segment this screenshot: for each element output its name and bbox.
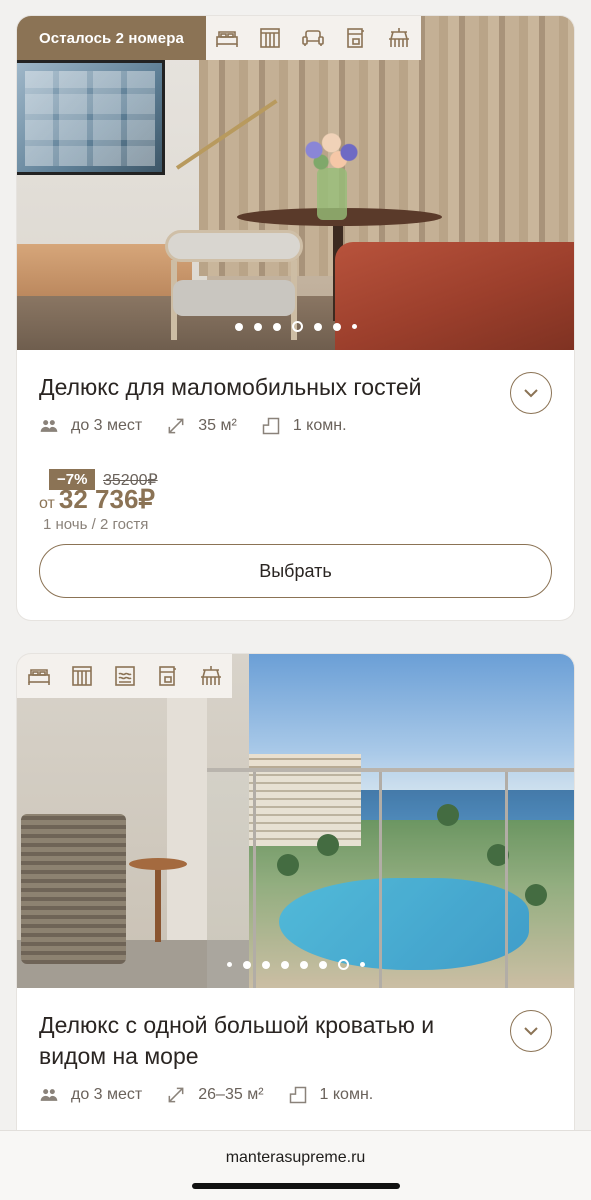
chevron-down-icon (524, 389, 538, 398)
coffee-machine-icon (146, 654, 189, 698)
room-photo-carousel[interactable]: Осталось 2 номера (17, 16, 574, 350)
price-note: 1 ночь / 2 гостя (43, 516, 149, 533)
carousel-dot-active[interactable] (337, 959, 349, 970)
carousel-dot[interactable] (332, 322, 341, 331)
price-value: 32 736₽ (58, 484, 155, 514)
carousel-dot[interactable] (226, 962, 232, 967)
price-prefix: от (39, 495, 55, 512)
carousel-dot-active[interactable] (291, 321, 303, 332)
balcony-icon (189, 654, 232, 698)
amenities-bar: Осталось 2 номера (17, 16, 421, 60)
carousel-dot[interactable] (313, 322, 322, 331)
price: от 32 736₽ (39, 484, 155, 515)
room-area: 26–35 м² (198, 1086, 264, 1103)
carousel-dot[interactable] (318, 960, 327, 969)
room-card: Осталось 2 номера Делюкс для маломобильн… (17, 16, 574, 620)
carousel-dot[interactable] (280, 960, 289, 969)
chevron-down-icon (524, 1027, 538, 1036)
carousel-dot[interactable] (299, 960, 308, 969)
carousel-dot[interactable] (242, 960, 251, 969)
browser-bottom-bar: manterasupreme.ru (0, 1130, 591, 1200)
area-icon (168, 418, 184, 434)
carousel-dot[interactable] (359, 962, 365, 967)
bed-icon (17, 654, 60, 698)
room-title: Делюкс с одной большой кроватью и видом … (39, 1012, 435, 1069)
wardrobe-icon (249, 16, 292, 60)
coffee-machine-icon (335, 16, 378, 60)
room-photo (17, 16, 574, 350)
photo-pagination[interactable] (17, 321, 574, 332)
carousel-dot[interactable] (351, 324, 357, 329)
guests-count: до 3 мест (71, 1086, 143, 1103)
room-specs: до 3 мест 26–35 м² 1 комн. (39, 1085, 397, 1105)
room-specs: до 3 мест 35 м² 1 комн. (39, 416, 371, 436)
balcony-icon (378, 16, 421, 60)
bed-icon (206, 16, 249, 60)
amenities-bar (17, 654, 232, 698)
guests-icon (40, 420, 58, 432)
select-button[interactable]: Выбрать (39, 544, 552, 598)
sea-view-icon (103, 654, 146, 698)
rooms-count: 1 комн. (319, 1086, 374, 1103)
rooms-count: 1 комн. (292, 417, 347, 434)
room-title: Делюкс для маломобильных гостей (39, 374, 422, 400)
guests-count: до 3 мест (71, 417, 143, 434)
carousel-dot[interactable] (253, 322, 262, 331)
armchair-icon (292, 16, 335, 60)
photo-pagination[interactable] (17, 959, 574, 970)
guests-icon (40, 1089, 58, 1101)
rooms-left-badge: Осталось 2 номера (17, 16, 206, 60)
expand-button[interactable] (510, 372, 552, 414)
rooms-icon (289, 1086, 306, 1104)
wardrobe-icon (60, 654, 103, 698)
carousel-dot[interactable] (234, 322, 243, 331)
room-area: 35 м² (198, 417, 237, 434)
carousel-dot[interactable] (261, 960, 270, 969)
room-card: Делюкс с одной большой кроватью и видом … (17, 654, 574, 1174)
expand-button[interactable] (510, 1010, 552, 1052)
address-bar-url[interactable]: manterasupreme.ru (0, 1149, 591, 1167)
carousel-dot[interactable] (272, 322, 281, 331)
rooms-icon (262, 417, 280, 435)
room-photo (17, 654, 574, 988)
room-photo-carousel[interactable] (17, 654, 574, 988)
home-indicator[interactable] (192, 1183, 400, 1189)
area-icon (168, 1087, 184, 1103)
